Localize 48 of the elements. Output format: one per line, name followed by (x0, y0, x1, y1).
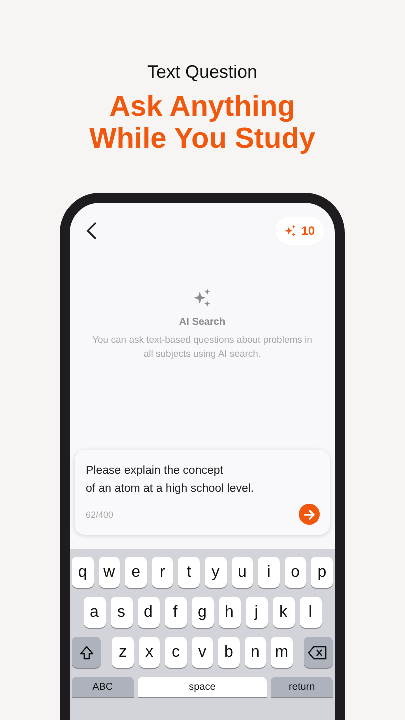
letter-key[interactable]: b (218, 637, 240, 668)
delete-key[interactable] (304, 637, 333, 668)
letter-key[interactable]: i (258, 557, 280, 588)
backspace-icon (308, 646, 328, 660)
credits-count: 10 (302, 224, 315, 238)
space-key[interactable]: space (138, 677, 268, 697)
letter-key[interactable]: n (244, 637, 266, 668)
letter-key[interactable]: h (218, 597, 240, 628)
letter-key[interactable]: m (271, 637, 293, 668)
letter-key[interactable]: q (72, 557, 94, 588)
letter-key[interactable]: y (205, 557, 227, 588)
letter-key[interactable]: v (192, 637, 214, 668)
letter-key[interactable]: p (311, 557, 333, 588)
letter-key[interactable]: e (125, 557, 147, 588)
letter-key[interactable]: a (84, 597, 106, 628)
letter-key[interactable]: w (98, 557, 120, 588)
letter-key[interactable]: l (300, 597, 322, 628)
letter-key[interactable]: r (152, 557, 174, 588)
letter-key[interactable]: g (192, 597, 214, 628)
character-counter: 62/400 (86, 510, 114, 520)
letter-key[interactable]: k (272, 597, 294, 628)
letter-key[interactable]: c (165, 637, 187, 668)
letter-key[interactable]: x (138, 637, 160, 668)
letter-key[interactable]: f (164, 597, 186, 628)
headline-title: Ask Anything (110, 91, 296, 123)
back-chevron-icon (86, 222, 98, 240)
send-button[interactable] (299, 504, 320, 525)
letter-key[interactable]: u (232, 557, 254, 588)
sparkle-icon (194, 289, 212, 307)
arrow-right-icon (304, 508, 316, 520)
letter-key[interactable]: t (178, 557, 200, 588)
letter-key[interactable]: o (284, 557, 306, 588)
keyboard-key[interactable]: return (271, 677, 333, 697)
empty-state-description: You can ask text-based questions about problems in all subjects using AI search. (92, 334, 314, 362)
shift-icon (78, 644, 95, 660)
headline-title: While You Study (89, 123, 316, 155)
letter-key[interactable]: s (110, 597, 132, 628)
question-text: of an atom at a high school level. (86, 482, 256, 497)
shift-key[interactable] (72, 637, 102, 668)
empty-state-title: AI Search (179, 317, 226, 328)
keyboard-key[interactable]: ABC (72, 677, 134, 697)
letter-key[interactable]: j (246, 597, 268, 628)
headline-subtitle: Text Question (147, 62, 258, 83)
letter-key[interactable]: d (138, 597, 160, 628)
question-text: Please explain the concept (86, 464, 224, 479)
question-field[interactable]: Please explain the concept of an atom at a high school level. 62/400 (75, 450, 330, 535)
letter-key[interactable]: z (112, 637, 134, 668)
sparkle-icon (284, 225, 297, 237)
